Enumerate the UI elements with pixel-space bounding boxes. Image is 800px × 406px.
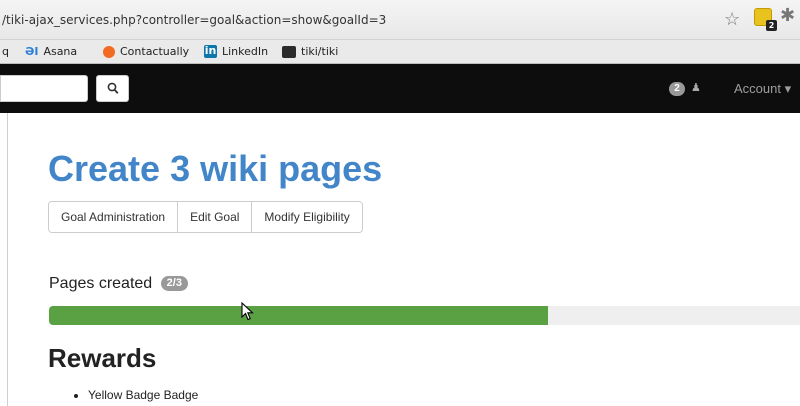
rewards-heading: Rewards <box>48 343 157 373</box>
bookmark-q[interactable]: q <box>2 45 9 58</box>
progress-label: Pages created <box>49 275 153 292</box>
extension-gear-icon[interactable]: ✱ <box>780 6 795 24</box>
search-button[interactable] <box>96 75 129 102</box>
progress-bar-fill <box>49 306 549 325</box>
bookmark-label: LinkedIn <box>222 45 269 58</box>
account-menu[interactable]: Account ▾ <box>734 81 791 97</box>
modify-eligibility-button[interactable]: Modify Eligibility <box>252 202 362 232</box>
content-border <box>7 113 8 406</box>
bookmark-star-icon[interactable]: ☆ <box>724 10 740 28</box>
goal-administration-button[interactable]: Goal Administration <box>49 202 179 232</box>
bookmark-tiki[interactable]: tiki/tiki <box>282 45 338 58</box>
progress-count-badge: 2/3 <box>160 276 188 291</box>
progress-heading: Pages created 2/3 <box>49 276 188 292</box>
bookmark-linkedin[interactable]: in LinkedIn <box>204 45 268 58</box>
rewards-list: Yellow Badge Badge <box>88 388 198 402</box>
reward-item: Yellow Badge Badge <box>88 388 198 402</box>
bell-icon[interactable]: ♟ <box>691 81 701 94</box>
progress-bar <box>49 306 800 325</box>
tiki-icon <box>282 45 296 58</box>
bookmark-asana[interactable]: ƏI Asana <box>25 45 77 58</box>
page-title: Create 3 wiki pages <box>48 148 383 189</box>
extension-badge: 2 <box>766 20 777 31</box>
mouse-cursor-icon <box>241 302 254 321</box>
edit-goal-button[interactable]: Edit Goal <box>178 202 253 232</box>
bookmarks-bar: q ƏI Asana Contactually in LinkedIn tiki… <box>0 40 800 64</box>
bookmark-label: q <box>2 45 9 58</box>
bookmark-contactually[interactable]: Contactually <box>103 45 189 58</box>
asana-icon: ƏI <box>25 44 39 58</box>
magnifier-icon <box>107 82 119 94</box>
contactually-icon <box>103 45 115 58</box>
goal-actions: Goal Administration Edit Goal Modify Eli… <box>48 201 363 233</box>
bookmark-label: Asana <box>43 45 78 58</box>
bookmark-label: tiki/tiki <box>301 45 339 58</box>
linkedin-icon: in <box>204 44 217 58</box>
url-text[interactable]: /tiki-ajax_services.php?controller=goal&… <box>2 13 386 27</box>
search-input[interactable] <box>0 75 88 102</box>
browser-url-bar[interactable]: /tiki-ajax_services.php?controller=goal&… <box>0 0 800 40</box>
bookmark-label: Contactually <box>120 45 190 58</box>
notification-badge[interactable]: 2 <box>669 82 685 96</box>
